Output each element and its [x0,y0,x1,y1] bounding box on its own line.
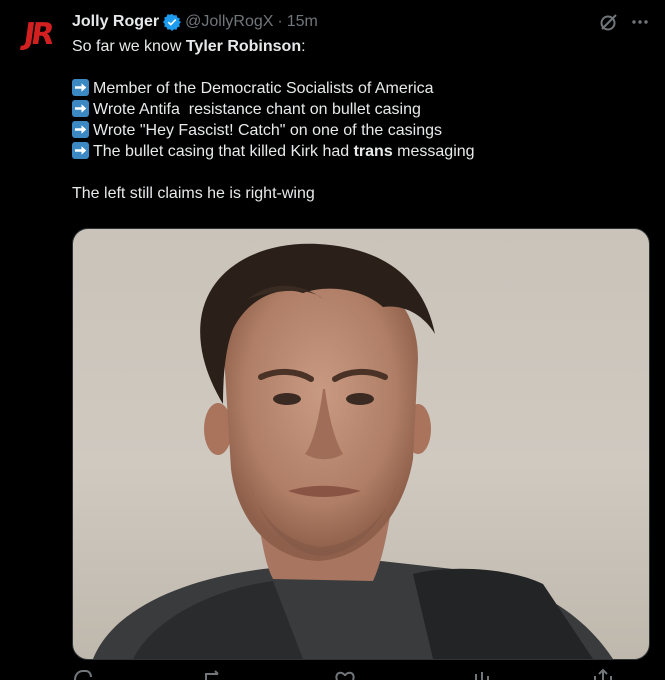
author-handle[interactable]: @JollyRogX [185,13,273,31]
bullet-text: Wrote Antifa resistance chant on bullet … [93,101,421,118]
bullet-text-end: messaging [392,143,475,160]
bullet-text: Member of the Democratic Socialists of A… [93,80,434,97]
bullet-line: Wrote "Hey Fascist! Catch" on one of the… [72,120,647,141]
bullet-text: The bullet casing that killed Kirk had [93,143,354,160]
intro-line: So far we know Tyler Robinson: [72,36,647,57]
like-icon[interactable] [334,668,356,680]
tweet-header: Jolly Roger @JollyRogX · 15m [72,10,647,34]
tweet-content: Jolly Roger @JollyRogX · 15m So far we k… [72,10,647,204]
intro-name: Tyler Robinson [185,38,302,55]
right-arrow-emoji-icon [72,79,89,96]
intro-colon: : [301,38,306,55]
bullet-text: Wrote "Hey Fascist! Catch" on one of the… [93,122,442,139]
action-bar [72,668,632,680]
tweet: JR Jolly Roger @JollyRogX · 15m So far w… [0,0,665,680]
views-icon[interactable] [472,668,492,680]
separator: · [277,13,283,30]
bullet-line: Member of the Democratic Socialists of A… [72,78,647,99]
tweet-photo[interactable] [72,228,650,660]
bullet-bold: trans [353,143,393,160]
verified-badge-icon [163,13,182,31]
tweet-text: So far we know Tyler Robinson: Member of… [72,36,647,204]
intro-text: So far we know [72,38,186,55]
right-arrow-emoji-icon [72,121,89,138]
photo-portrait [93,243,613,659]
timestamp[interactable]: 15m [287,13,318,31]
bullet-line: The bullet casing that killed Kirk had t… [72,141,647,162]
right-arrow-emoji-icon [72,142,89,159]
reply-icon[interactable] [72,668,92,680]
right-arrow-emoji-icon [72,100,89,117]
bullet-line: Wrote Antifa resistance chant on bullet … [72,99,647,120]
avatar[interactable]: JR [14,14,60,54]
share-icon[interactable] [592,668,614,680]
avatar-logo: JR [21,16,53,52]
repost-icon[interactable] [202,668,224,680]
author-name[interactable]: Jolly Roger [72,13,159,31]
closing-line: The left still claims he is right-wing [72,185,315,202]
